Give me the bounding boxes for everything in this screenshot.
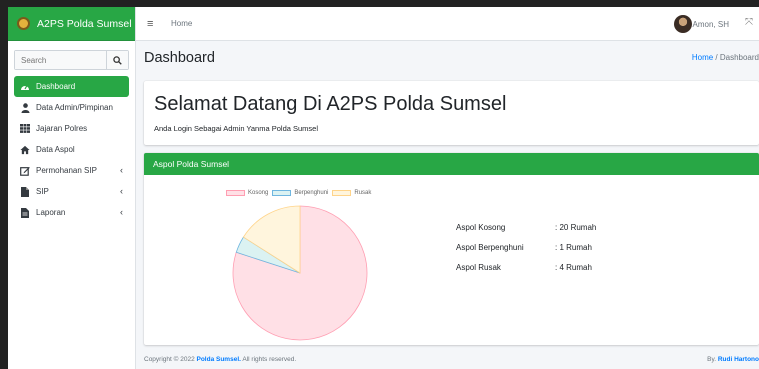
user-name: Amon, SH [692,19,729,29]
stat-value: : 1 Rumah [555,242,592,252]
footer-brand-link[interactable]: Polda Sumsel. [197,356,241,363]
avatar [673,15,692,33]
stat-row-rusak: Aspol Rusak : 4 Rumah [456,257,596,277]
content-header: Dashboard Home / Dashboard [136,41,759,75]
sidebar-item-label: Data Admin/Pimpinan [36,103,113,112]
breadcrumb-current: Dashboard [719,53,759,62]
aspol-pie-chart [232,205,368,341]
sidebar-item-label: Permohanan SIP [36,166,97,175]
top-navbar: ≡ Home Amon, SH ⤧ [136,7,759,41]
sidebar-item-label: Laporan [36,208,66,217]
breadcrumb: Home / Dashboard [692,53,759,62]
sidebar-item-data-aspol[interactable]: Data Aspol [14,139,129,160]
stat-label: Aspol Berpenghuni [456,242,524,252]
sidebar-item-data-admin[interactable]: Data Admin/Pimpinan [14,97,129,118]
sidebar-item-dashboard[interactable]: Dashboard [14,76,129,97]
welcome-card: Selamat Datang Di A2PS Polda Sumsel Anda… [144,81,759,145]
aspol-stats: Aspol Kosong : 20 Rumah Aspol Berpenghun… [456,217,596,277]
file-icon [20,186,30,197]
breadcrumb-home-link[interactable]: Home [692,53,713,62]
app-frame: A2PS Polda Sumsel Dashboard Data Admin/P… [8,7,759,369]
home-icon [20,145,30,155]
sidebar-search [14,50,129,70]
search-input[interactable] [15,51,106,69]
stat-value: : 4 Rumah [555,262,592,272]
chevron-left-icon: ‹ [120,165,123,175]
search-button[interactable] [106,51,128,69]
fullscreen-icon[interactable]: ⤧ [745,17,753,28]
stat-row-berpenghuni: Aspol Berpenghuni : 1 Rumah [456,237,596,257]
stat-row-kosong: Aspol Kosong : 20 Rumah [456,217,596,237]
sidebar-nav: Dashboard Data Admin/Pimpinan Jajaran Po… [8,76,135,223]
nav-home-link[interactable]: Home [171,19,192,28]
sidebar-item-label: SIP [36,187,49,196]
stat-value: : 20 Rumah [555,222,597,232]
sidebar-item-label: Jajaran Polres [36,124,88,133]
brand-name: A2PS Polda Sumsel [37,17,132,30]
welcome-subtitle: Anda Login Sebagai Admin Yanma Polda Sum… [154,124,319,133]
sidebar-item-sip[interactable]: SIP ‹ [14,181,129,202]
welcome-title: Selamat Datang Di A2PS Polda Sumsel [154,93,507,115]
breadcrumb-separator: / [713,53,720,62]
copyright-suffix: All rights reserved. [240,356,297,363]
brand-link[interactable]: A2PS Polda Sumsel [8,7,135,41]
edit-icon [20,166,30,176]
copyright: Copyright © 2022 Polda Sumsel. All right… [144,356,296,363]
chevron-left-icon: ‹ [120,186,123,196]
author-link[interactable]: Rudi Hartono [718,356,759,363]
sidebar: A2PS Polda Sumsel Dashboard Data Admin/P… [8,7,136,369]
grid-icon [20,124,30,134]
author-prefix: By. [707,356,718,363]
author-credit: By. Rudi Hartono [707,356,759,363]
dashboard-icon [20,82,30,92]
stat-label: Aspol Kosong [456,222,506,232]
brand-logo-icon [17,17,30,30]
sidebar-item-jajaran-polres[interactable]: Jajaran Polres [14,118,129,139]
user-icon [20,102,30,113]
document-icon [20,207,30,218]
hamburger-menu-icon[interactable]: ≡ [147,18,161,30]
copyright-prefix: Copyright © 2022 [144,356,197,363]
sidebar-item-laporan[interactable]: Laporan ‹ [14,202,129,223]
chevron-left-icon: ‹ [120,207,123,217]
stat-label: Aspol Rusak [456,262,501,272]
aspol-card: Aspol Polda Sumsel Kosong Berpenghuni Ru… [144,153,759,345]
search-icon [113,55,122,65]
aspol-card-title: Aspol Polda Sumsel [144,153,759,175]
sidebar-item-label: Data Aspol [36,145,75,154]
sidebar-item-permohanan-sip[interactable]: Permohanan SIP ‹ [14,160,129,181]
user-menu[interactable]: Amon, SH [673,15,729,33]
page-title: Dashboard [144,50,215,66]
sidebar-item-label: Dashboard [36,82,76,91]
footer: Copyright © 2022 Polda Sumsel. All right… [136,350,759,369]
